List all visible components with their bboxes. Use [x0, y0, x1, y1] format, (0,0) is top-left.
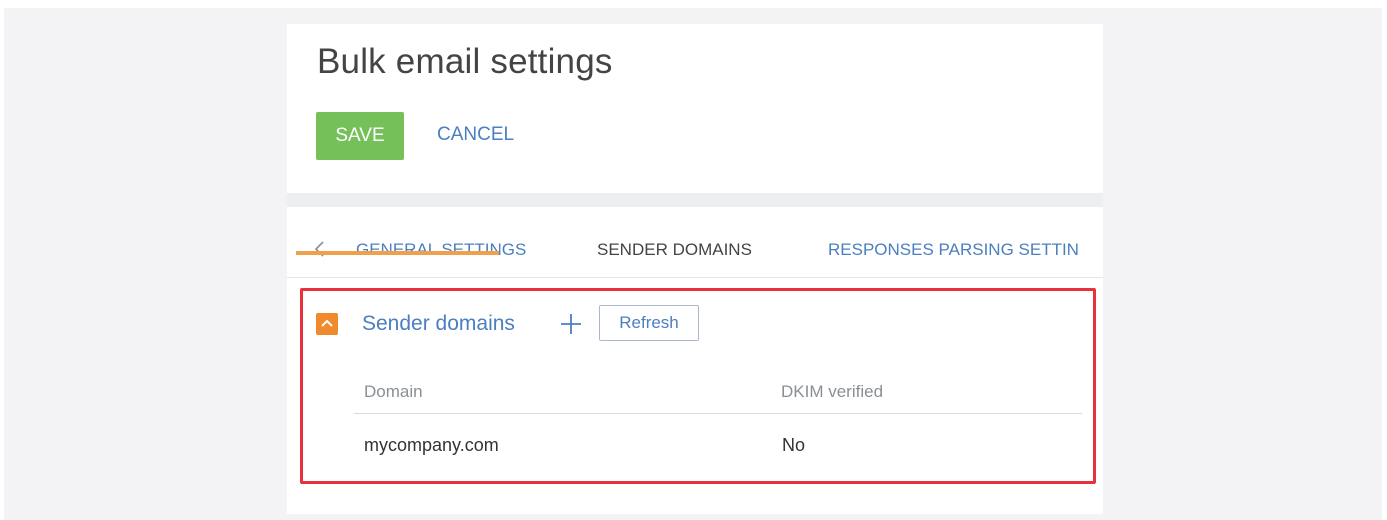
column-header-domain[interactable]: Domain — [364, 382, 423, 402]
tab-sender-domains[interactable]: SENDER DOMAINS — [597, 240, 752, 260]
plus-icon — [561, 314, 581, 334]
cell-dkim-verified: No — [782, 435, 806, 455]
active-tab-indicator — [296, 251, 499, 255]
cell-domain: mycompany.com — [364, 435, 499, 455]
add-domain-button[interactable] — [558, 311, 584, 337]
tab-responses-parsing-settings[interactable]: RESPONSES PARSING SETTIN — [828, 240, 1079, 260]
tab-bar: GENERAL SETTINGS SENDER DOMAINS RESPONSE… — [287, 236, 1103, 280]
grid-header-divider — [354, 413, 1082, 414]
refresh-button[interactable]: Refresh — [599, 305, 699, 341]
tabs-baseline — [287, 277, 1103, 278]
collapse-button[interactable] — [316, 313, 338, 335]
table-row[interactable]: mycompany.com No — [354, 420, 1082, 470]
chevron-left-icon-glyph — [314, 241, 324, 257]
chevron-up-icon — [321, 319, 333, 327]
save-button[interactable]: SAVE — [316, 112, 404, 160]
cancel-button[interactable]: CANCEL — [437, 124, 514, 146]
page-title: Bulk email settings — [317, 42, 613, 81]
header-separator — [287, 193, 1103, 207]
sender-domains-title[interactable]: Sender domains — [362, 312, 515, 336]
tab-general-settings[interactable]: GENERAL SETTINGS — [356, 240, 526, 260]
column-header-dkim-verified[interactable]: DKIM verified — [781, 382, 883, 402]
